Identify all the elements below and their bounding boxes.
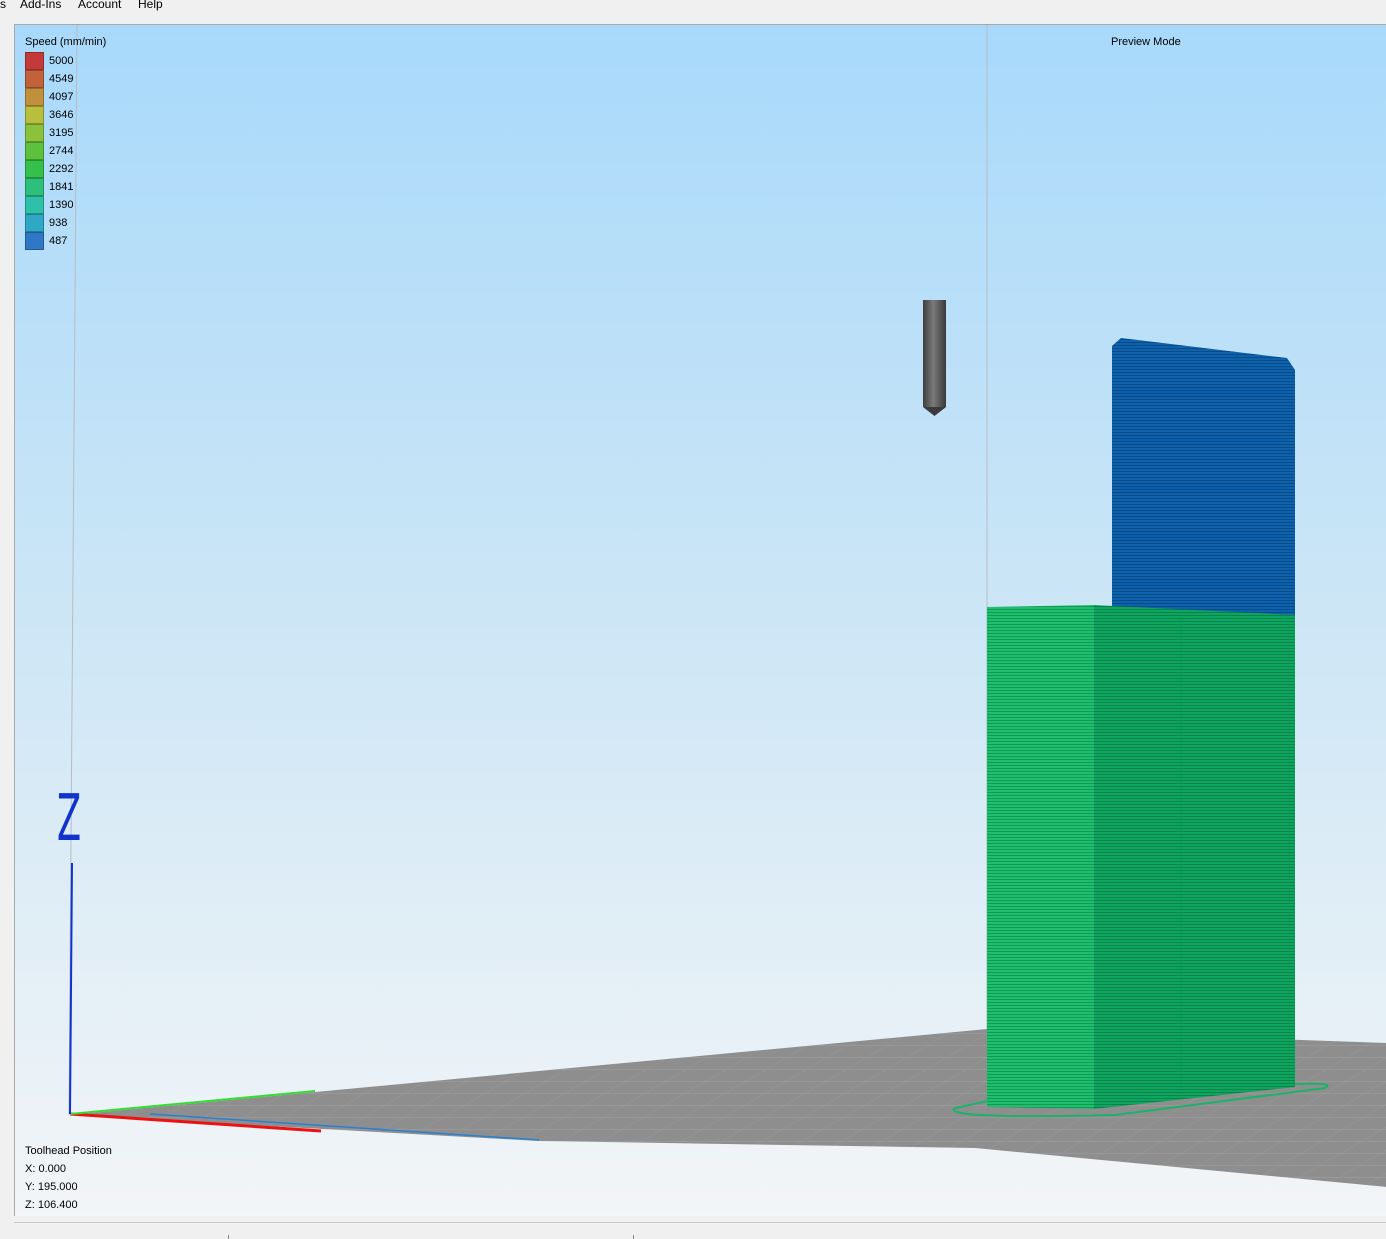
toolhead-y: Y: 195.000 bbox=[25, 1181, 78, 1193]
status-separator bbox=[228, 1235, 229, 1239]
legend-swatch bbox=[25, 160, 44, 178]
legend-value: 487 bbox=[49, 235, 68, 247]
legend-row: 4549 bbox=[25, 70, 106, 88]
toolhead-z: Z: 106.400 bbox=[25, 1199, 78, 1211]
print-part-upper bbox=[1112, 338, 1295, 615]
legend-value: 4549 bbox=[49, 73, 74, 85]
legend-value: 938 bbox=[49, 217, 68, 229]
legend-value: 3646 bbox=[49, 109, 74, 121]
legend-value: 1390 bbox=[49, 199, 74, 211]
legend-row: 1390 bbox=[25, 196, 106, 214]
legend-swatch bbox=[25, 178, 44, 196]
legend-row: 487 bbox=[25, 232, 106, 250]
legend-row: 5000 bbox=[25, 52, 106, 70]
toolhead-x: X: 0.000 bbox=[25, 1163, 66, 1175]
print-part-side-face bbox=[1094, 605, 1295, 1109]
legend-swatch bbox=[25, 70, 44, 88]
legend-title: Speed (mm/min) bbox=[25, 36, 107, 48]
legend-value: 1841 bbox=[49, 181, 74, 193]
legend-value: 4097 bbox=[49, 91, 74, 103]
preview-mode-label: Preview Mode bbox=[1111, 36, 1181, 48]
legend-row: 938 bbox=[25, 214, 106, 232]
legend-row: 4097 bbox=[25, 88, 106, 106]
status-separator bbox=[633, 1235, 634, 1239]
legend-row: 3195 bbox=[25, 124, 106, 142]
preview-scene: Z bbox=[15, 25, 1386, 1216]
print-part-front-face bbox=[987, 605, 1094, 1109]
legend-swatch bbox=[25, 142, 44, 160]
menu-item-account[interactable]: Account bbox=[78, 0, 121, 11]
legend-value: 2292 bbox=[49, 163, 74, 175]
legend-swatch bbox=[25, 196, 44, 214]
status-bar bbox=[14, 1222, 1386, 1239]
toolhead-position: Toolhead Position X: 0.000 Y: 195.000 Z:… bbox=[25, 1142, 112, 1214]
menu-bar: s Add-Ins Account Help bbox=[0, 0, 1386, 12]
legend-row: 2744 bbox=[25, 142, 106, 160]
toolhead-title: Toolhead Position bbox=[25, 1145, 112, 1157]
legend-swatch bbox=[25, 232, 44, 250]
menu-item-help[interactable]: Help bbox=[138, 0, 163, 11]
legend-value: 5000 bbox=[49, 55, 74, 67]
3d-preview-viewport[interactable]: Z Speed (mm/min) 5000 4549 4097 3646 3195 274… bbox=[14, 24, 1386, 1216]
legend-swatch bbox=[25, 214, 44, 232]
legend-swatch bbox=[25, 124, 44, 142]
legend-swatch bbox=[25, 88, 44, 106]
legend-swatch bbox=[25, 106, 44, 124]
legend-row: 2292 bbox=[25, 160, 106, 178]
menu-item-add-ins[interactable]: Add-Ins bbox=[20, 0, 61, 11]
legend-swatch bbox=[25, 52, 44, 70]
menu-item-truncated[interactable]: s bbox=[0, 0, 6, 11]
legend-value: 2744 bbox=[49, 145, 74, 157]
z-axis-label: Z bbox=[57, 782, 81, 856]
legend-row: 1841 bbox=[25, 178, 106, 196]
legend-value: 3195 bbox=[49, 127, 74, 139]
legend-row: 3646 bbox=[25, 106, 106, 124]
speed-legend: Speed (mm/min) 5000 4549 4097 3646 3195 2744 2… bbox=[25, 36, 106, 250]
toolhead-nozzle bbox=[923, 300, 946, 416]
